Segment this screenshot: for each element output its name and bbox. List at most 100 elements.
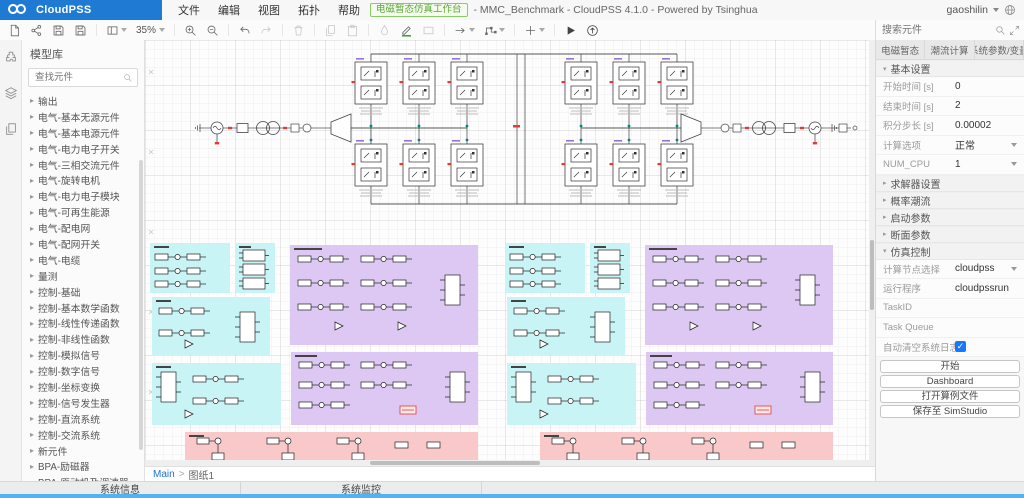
zoom-in-button[interactable] (184, 24, 197, 37)
panel-section[interactable]: ▸ 求解器设置 (876, 175, 1024, 192)
chevron-down-icon[interactable] (1011, 143, 1017, 147)
menu-item[interactable]: 拓扑 (298, 2, 320, 18)
component-search-input[interactable] (880, 24, 992, 37)
panel-tab[interactable]: 电磁暂态 (876, 40, 925, 59)
panel-button[interactable]: Dashboard (880, 375, 1020, 388)
panel-tab[interactable]: 潮流计算 (925, 40, 974, 59)
model-category[interactable]: ▸ 电气-基本电源元件 (22, 125, 144, 141)
chevron-down-icon[interactable] (1011, 162, 1017, 166)
status-tab[interactable]: 系统信息 (0, 482, 241, 494)
panel-button[interactable]: 保存至 SimStudio (880, 405, 1020, 418)
section-simulation-control[interactable]: ▾ 仿真控制 (876, 243, 1024, 260)
redo-button[interactable] (260, 24, 273, 37)
panel-tab[interactable]: 系统参数/变量 (975, 40, 1024, 59)
model-category[interactable]: ▸ 电气-三相交流元件 (22, 157, 144, 173)
fill-color-button[interactable] (378, 24, 391, 37)
username[interactable]: gaoshilin (947, 4, 988, 16)
model-category[interactable]: ▸ 控制-数字信号 (22, 363, 144, 379)
model-category[interactable]: ▸ 控制-坐标变换 (22, 379, 144, 395)
user-menu-caret-icon[interactable] (993, 8, 999, 12)
model-category[interactable]: ▸ 电气-配网开关 (22, 236, 144, 252)
chevron-down-icon[interactable] (1011, 267, 1017, 271)
panel-section[interactable]: ▸ 启动参数 (876, 209, 1024, 226)
model-category[interactable]: ▸ 量测 (22, 268, 144, 284)
app-logo[interactable]: CloudPSS (0, 0, 162, 20)
compute-node-select[interactable]: cloudpss (955, 263, 994, 274)
copy-button[interactable] (324, 24, 337, 37)
model-category[interactable]: ▸ 电气-可再生能源 (22, 204, 144, 220)
model-category[interactable]: ▸ 电气-旋转电机 (22, 172, 144, 188)
run-button[interactable] (564, 24, 577, 37)
model-category[interactable]: ▸ 控制-基础 (22, 284, 144, 300)
sidebar-search-input[interactable] (33, 71, 121, 84)
model-category[interactable]: ▸ 控制-线性传递函数 (22, 315, 144, 331)
arrow-tool-button[interactable] (454, 24, 475, 37)
model-category[interactable]: ▸ 控制-模拟信号 (22, 347, 144, 363)
calc-option-select[interactable]: 正常 (955, 137, 975, 152)
add-element-button[interactable] (524, 24, 545, 37)
menu-item[interactable]: 文件 (178, 2, 200, 18)
end-time-input[interactable]: 2 (955, 100, 961, 111)
search-icon[interactable] (123, 73, 133, 83)
control-blocks-right[interactable] (505, 243, 833, 460)
expand-icon[interactable] (1009, 25, 1020, 36)
menu-item[interactable]: 帮助 (338, 2, 360, 18)
model-category[interactable]: ▸ 控制-信号发生器 (22, 395, 144, 411)
save-as-button[interactable] (74, 24, 87, 37)
section-basic-settings[interactable]: ▾ 基本设置 (876, 60, 1024, 77)
model-category[interactable]: ▸ 新元件 (22, 443, 144, 459)
auto-clear-log-checkbox[interactable]: ✓ (955, 341, 966, 352)
publish-button[interactable] (586, 24, 599, 37)
globe-icon[interactable] (1004, 4, 1016, 16)
panel-button[interactable]: 开始 (880, 360, 1020, 373)
model-category[interactable]: ▸ 控制-基本数学函数 (22, 300, 144, 316)
zoom-out-button[interactable] (206, 24, 219, 37)
start-time-input[interactable]: 0 (955, 81, 961, 92)
undo-button[interactable] (238, 24, 251, 37)
panel-button[interactable]: 打开算例文件 (880, 390, 1020, 403)
pages-icon[interactable] (4, 122, 18, 136)
model-category[interactable]: ▸ 电气-配电网 (22, 220, 144, 236)
search-icon[interactable] (995, 25, 1006, 36)
model-category[interactable]: ▸ 输出 (22, 93, 144, 109)
scrollbar-thumb[interactable] (870, 240, 874, 310)
model-category[interactable]: ▸ 电气-电力电子开关 (22, 141, 144, 157)
delete-button[interactable] (292, 24, 305, 37)
model-category[interactable]: ▸ 控制-直流系统 (22, 411, 144, 427)
layers-icon[interactable] (4, 86, 18, 100)
num-cpu-select[interactable]: 1 (955, 159, 961, 170)
layout-button[interactable] (106, 24, 127, 37)
breadcrumb-page[interactable]: 图纸1 (189, 467, 215, 482)
control-blocks-left[interactable] (150, 243, 478, 460)
polyline-tool-button[interactable] (484, 24, 505, 37)
status-tab[interactable]: 系统监控 (241, 482, 482, 494)
menu-item[interactable]: 视图 (258, 2, 280, 18)
mmc-circuit-diagram[interactable] (196, 54, 858, 204)
ac-side-left[interactable] (196, 114, 352, 144)
model-category[interactable]: ▸ 电气-电力电子模块 (22, 188, 144, 204)
share-button[interactable] (30, 24, 43, 37)
schematic-canvas[interactable] (145, 40, 875, 466)
model-category[interactable]: ▸ 电气-电缆 (22, 252, 144, 268)
panel-section[interactable]: ▸ 概率潮流 (876, 192, 1024, 209)
paste-button[interactable] (346, 24, 359, 37)
sidebar-scrollbar-thumb[interactable] (139, 160, 143, 450)
shape-button[interactable] (422, 24, 435, 37)
menu-item[interactable]: 编辑 (218, 2, 240, 18)
model-category[interactable]: ▸ 控制-非线性函数 (22, 331, 144, 347)
model-category[interactable]: ▸ BPA-励磁器 (22, 458, 144, 474)
line-color-button[interactable] (400, 24, 413, 37)
run-program-input[interactable]: cloudpssrun (955, 283, 1009, 294)
save-button[interactable] (52, 24, 65, 37)
breadcrumb-root[interactable]: Main (153, 469, 175, 480)
model-category[interactable]: ▸ 控制-交流系统 (22, 427, 144, 443)
step-size-input[interactable]: 0.00002 (955, 120, 991, 131)
ac-side-right[interactable] (681, 114, 837, 144)
panel-section[interactable]: ▸ 断面参数 (876, 226, 1024, 243)
new-file-button[interactable] (8, 24, 21, 37)
converter-station-right[interactable] (562, 54, 694, 204)
model-category[interactable]: ▸ 电气-基本无源元件 (22, 109, 144, 125)
model-library-icon[interactable] (4, 50, 18, 64)
scrollbar-thumb[interactable] (370, 461, 540, 465)
converter-station-left[interactable] (352, 54, 484, 204)
